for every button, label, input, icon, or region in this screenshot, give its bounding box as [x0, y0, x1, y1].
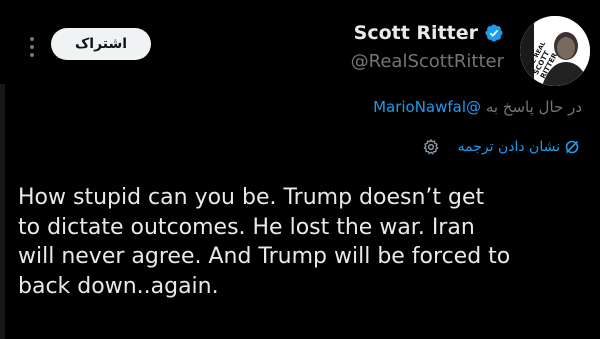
settings-icon[interactable] [422, 138, 440, 156]
follow-button[interactable]: اشتراک [51, 28, 151, 60]
avatar-image: THE REAL SCOTT RITTER [520, 16, 590, 86]
reply-context: در حال پاسخ به @MarioNawfal [373, 98, 582, 116]
author-handle[interactable]: @RealScottRitter [351, 51, 504, 72]
more-options-icon[interactable] [22, 30, 42, 64]
translate-icon [565, 140, 579, 154]
verified-badge-icon [485, 24, 503, 42]
left-rail [0, 84, 5, 339]
tweet-text: How stupid can you be. Trump doesn’t get… [18, 185, 511, 299]
show-translation-link[interactable]: نشان دادن ترجمه [458, 139, 580, 155]
avatar[interactable]: THE REAL SCOTT RITTER [520, 16, 590, 86]
author-block: Scott Ritter @RealScottRitter [351, 22, 504, 72]
author-name[interactable]: Scott Ritter [354, 22, 478, 44]
show-translation-label: نشان دادن ترجمه [457, 139, 560, 155]
translate-row: نشان دادن ترجمه [422, 138, 580, 156]
reply-prefix: در حال پاسخ به [485, 98, 582, 116]
reply-mention-link[interactable]: @MarioNawfal [373, 98, 481, 116]
